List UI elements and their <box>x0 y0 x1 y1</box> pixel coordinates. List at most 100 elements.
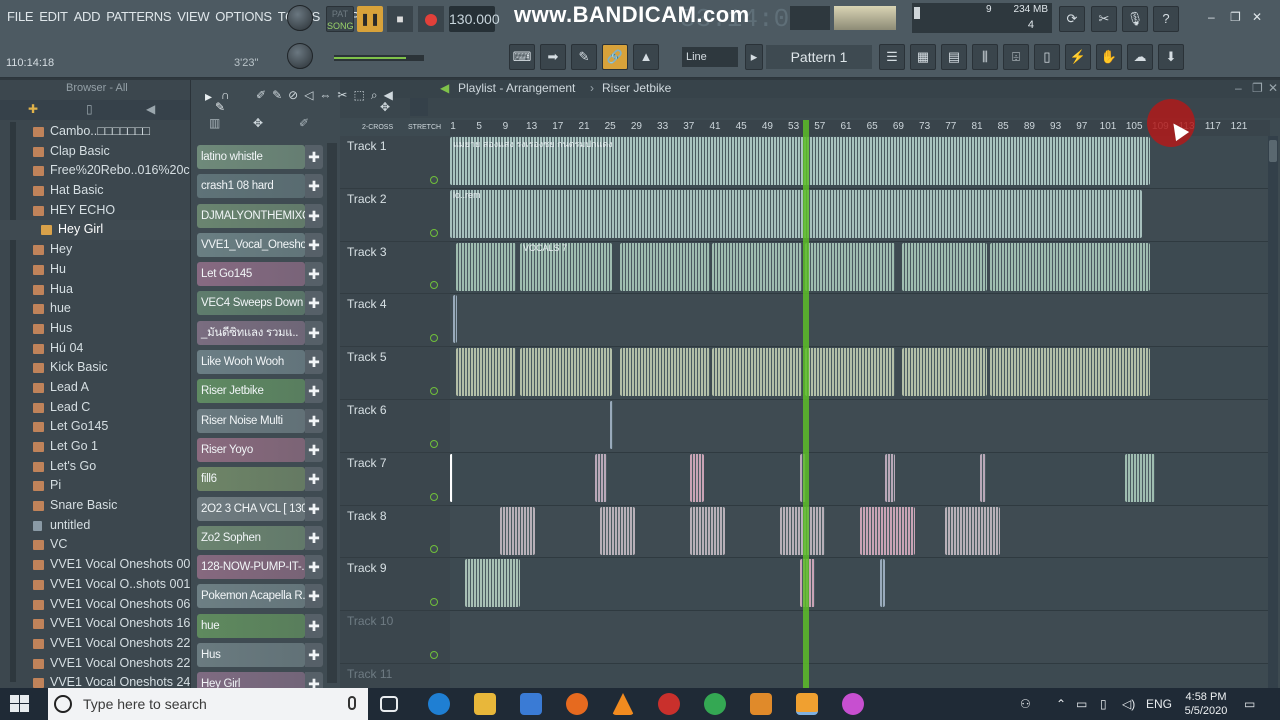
step-edit-button[interactable]: ➡ <box>540 44 566 70</box>
audio-clip[interactable] <box>450 453 453 502</box>
master-pitch-knob[interactable] <box>287 43 313 69</box>
browser-item[interactable]: Pi <box>0 476 190 496</box>
channel-label[interactable]: _มันดีซิทแลง รวมแ.. <box>197 320 305 345</box>
browser-item[interactable]: VVE1 Vocal Oneshots 228 <box>0 654 190 674</box>
browser-item[interactable]: Let's Go <box>0 457 190 477</box>
browser-button[interactable]: ⌹ <box>1003 44 1029 70</box>
browser-file-icon[interactable]: ▯ <box>86 102 93 116</box>
channel-add-icon[interactable]: ✚ <box>305 467 323 492</box>
channel-label[interactable]: Pokemon Acapella R.. <box>197 584 305 609</box>
playlist-maximize-icon[interactable]: ❐ <box>1252 80 1263 97</box>
channel-item[interactable]: 128-NOW-PUMP-IT-.. ✚ <box>197 553 325 582</box>
notification-icon[interactable]: ▭ <box>1244 688 1255 720</box>
audio-clip[interactable] <box>945 506 1000 555</box>
channel-label[interactable]: Zo2 Sophen <box>197 525 305 550</box>
menu-file[interactable]: FILE <box>4 9 36 24</box>
channel-label[interactable]: Riser Noise Multi <box>197 408 305 433</box>
channel-item[interactable]: Let Go145 ✚ <box>197 260 325 289</box>
browser-item[interactable]: Cambo..□□□□□□□ <box>0 122 190 142</box>
audio-clip[interactable] <box>880 559 885 608</box>
store-icon[interactable] <box>520 693 542 715</box>
edge-icon[interactable] <box>428 693 450 715</box>
pencil-mode-button[interactable]: ✎ <box>571 44 597 70</box>
audio-clip[interactable]: VOCALS 7 <box>520 242 612 291</box>
browser-item[interactable]: VC <box>0 535 190 555</box>
audio-clip[interactable] <box>690 506 725 555</box>
help-button[interactable]: ? <box>1153 6 1179 32</box>
snap-selector[interactable]: Line <box>682 47 738 67</box>
arrangement-grid[interactable]: แมยาย สองแสง รงเรองชย กนตรมปกแดง lo..rem V… <box>450 136 1270 696</box>
file-explorer-icon[interactable] <box>474 693 496 715</box>
plugin-button[interactable]: ⚡ <box>1065 44 1091 70</box>
track-lane[interactable] <box>450 399 1270 453</box>
channel-item[interactable]: hue ✚ <box>197 612 325 641</box>
audio-clip[interactable] <box>620 348 710 397</box>
windows-start-icon[interactable] <box>10 695 30 713</box>
maximize-icon[interactable]: ❐ <box>1230 10 1241 24</box>
channel-add-icon[interactable]: ✚ <box>305 320 323 345</box>
channel-label[interactable]: DJMALYONTHEMIXOKL.. <box>197 203 305 228</box>
audio-clip[interactable] <box>980 453 986 502</box>
channel-label[interactable]: 128-NOW-PUMP-IT-.. <box>197 555 305 580</box>
channel-add-icon[interactable]: ✚ <box>305 379 323 404</box>
channel-add-icon[interactable]: ✚ <box>305 613 323 638</box>
media-icon[interactable] <box>750 693 772 715</box>
channel-item[interactable]: latino whistle ✚ <box>197 143 325 172</box>
firefox-icon[interactable] <box>566 693 588 715</box>
audio-clip[interactable]: แมยาย สองแสง รงเรองชย กนตรมปกแดง <box>450 137 1150 185</box>
pause-button[interactable]: ❚❚ <box>357 6 383 32</box>
tempo-display[interactable]: 130.000 <box>449 6 500 32</box>
channel-item[interactable]: Riser Noise Multi ✚ <box>197 407 325 436</box>
channel-add-icon[interactable]: ✚ <box>305 525 323 550</box>
track-header[interactable]: Track 5 <box>340 347 450 400</box>
slip-icon[interactable]: ⇔ <box>319 88 337 102</box>
channel-label[interactable]: Like Wooh Wooh <box>197 350 305 375</box>
channel-add-icon[interactable]: ✚ <box>305 232 323 257</box>
picker-scrollbar[interactable] <box>327 143 337 683</box>
chrome-icon[interactable] <box>704 693 726 715</box>
taskbar-clock[interactable]: 4:58 PM 5/5/2020 <box>1178 690 1234 718</box>
channel-add-icon[interactable]: ✚ <box>305 145 323 169</box>
channel-item[interactable]: Hus ✚ <box>197 641 325 670</box>
browser-item[interactable]: VVE1 Vocal Oneshots 160 <box>0 614 190 634</box>
microphone-icon[interactable] <box>348 696 356 710</box>
audio-clip[interactable] <box>600 506 635 555</box>
channel-label[interactable]: VVE1_Vocal_Oneshot.. <box>197 232 305 257</box>
link-button[interactable]: 🔗 <box>602 44 628 70</box>
browser-item[interactable]: Lead C <box>0 398 190 418</box>
audio-clip[interactable] <box>610 400 613 449</box>
browser-item[interactable]: untitled <box>0 516 190 536</box>
browser-item[interactable]: VVE1 Vocal Oneshots 223 <box>0 634 190 654</box>
browser-item[interactable]: Hú 04 <box>0 339 190 359</box>
mute-icon[interactable]: ◁ <box>304 88 319 102</box>
channel-item[interactable]: 2O2 3 CHA VCL [ 130 ]..✚ <box>197 495 325 524</box>
channel-add-icon[interactable]: ✚ <box>305 262 323 287</box>
browser-item[interactable]: VVE1 Vocal Oneshots 001 <box>0 555 190 575</box>
track-header[interactable]: Track 4 <box>340 294 450 348</box>
channel-add-icon[interactable]: ✚ <box>305 555 323 580</box>
typing-keyboard-button[interactable]: ⌨ <box>509 44 535 70</box>
audio-clip[interactable] <box>902 242 987 291</box>
channel-item[interactable]: DJMALYONTHEMIXOKL..✚ <box>197 202 325 231</box>
channel-add-icon[interactable]: ✚ <box>305 291 323 316</box>
track-mute-led[interactable] <box>430 228 438 237</box>
playlist-minimize-icon[interactable]: – <box>1235 80 1242 97</box>
channel-item[interactable]: Riser Jetbike ✚ <box>197 377 325 406</box>
channel-label[interactable]: crash1 08 hard <box>197 174 305 199</box>
audio-clip[interactable]: lo..rem <box>450 189 1142 238</box>
song-mode-toggle[interactable]: PAT SONG <box>326 6 354 32</box>
record-button[interactable] <box>418 6 444 32</box>
piano-roll-button[interactable]: ▦ <box>910 44 936 70</box>
track-mute-led[interactable] <box>430 545 438 554</box>
task-view-icon[interactable] <box>380 696 398 712</box>
channel-item[interactable]: Zo2 Sophen ✚ <box>197 524 325 553</box>
browser-item[interactable]: Let Go 1 <box>0 437 190 457</box>
audio-clip[interactable] <box>520 348 612 397</box>
channel-label[interactable]: Riser Jetbike <box>197 379 305 404</box>
channel-add-icon[interactable]: ✚ <box>305 350 323 375</box>
browser-item[interactable]: Hey Girl <box>0 220 190 241</box>
track-mute-led[interactable] <box>430 281 438 290</box>
menu-edit[interactable]: EDIT <box>36 9 70 24</box>
channel-label[interactable]: latino whistle <box>197 145 305 169</box>
browser-speaker-icon[interactable]: ◀ <box>146 102 155 116</box>
